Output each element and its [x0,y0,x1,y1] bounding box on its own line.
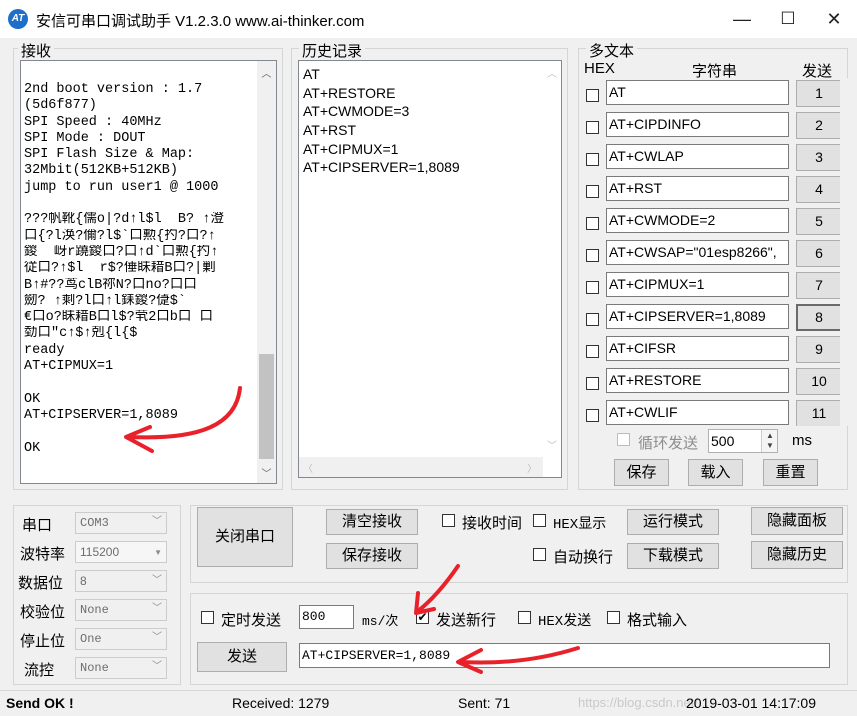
annotation-arrow-input [456,646,580,674]
annotation-arrow-receive [124,386,242,453]
annotation-arrow-newline [414,564,460,615]
annotation-overlay [124,386,580,674]
